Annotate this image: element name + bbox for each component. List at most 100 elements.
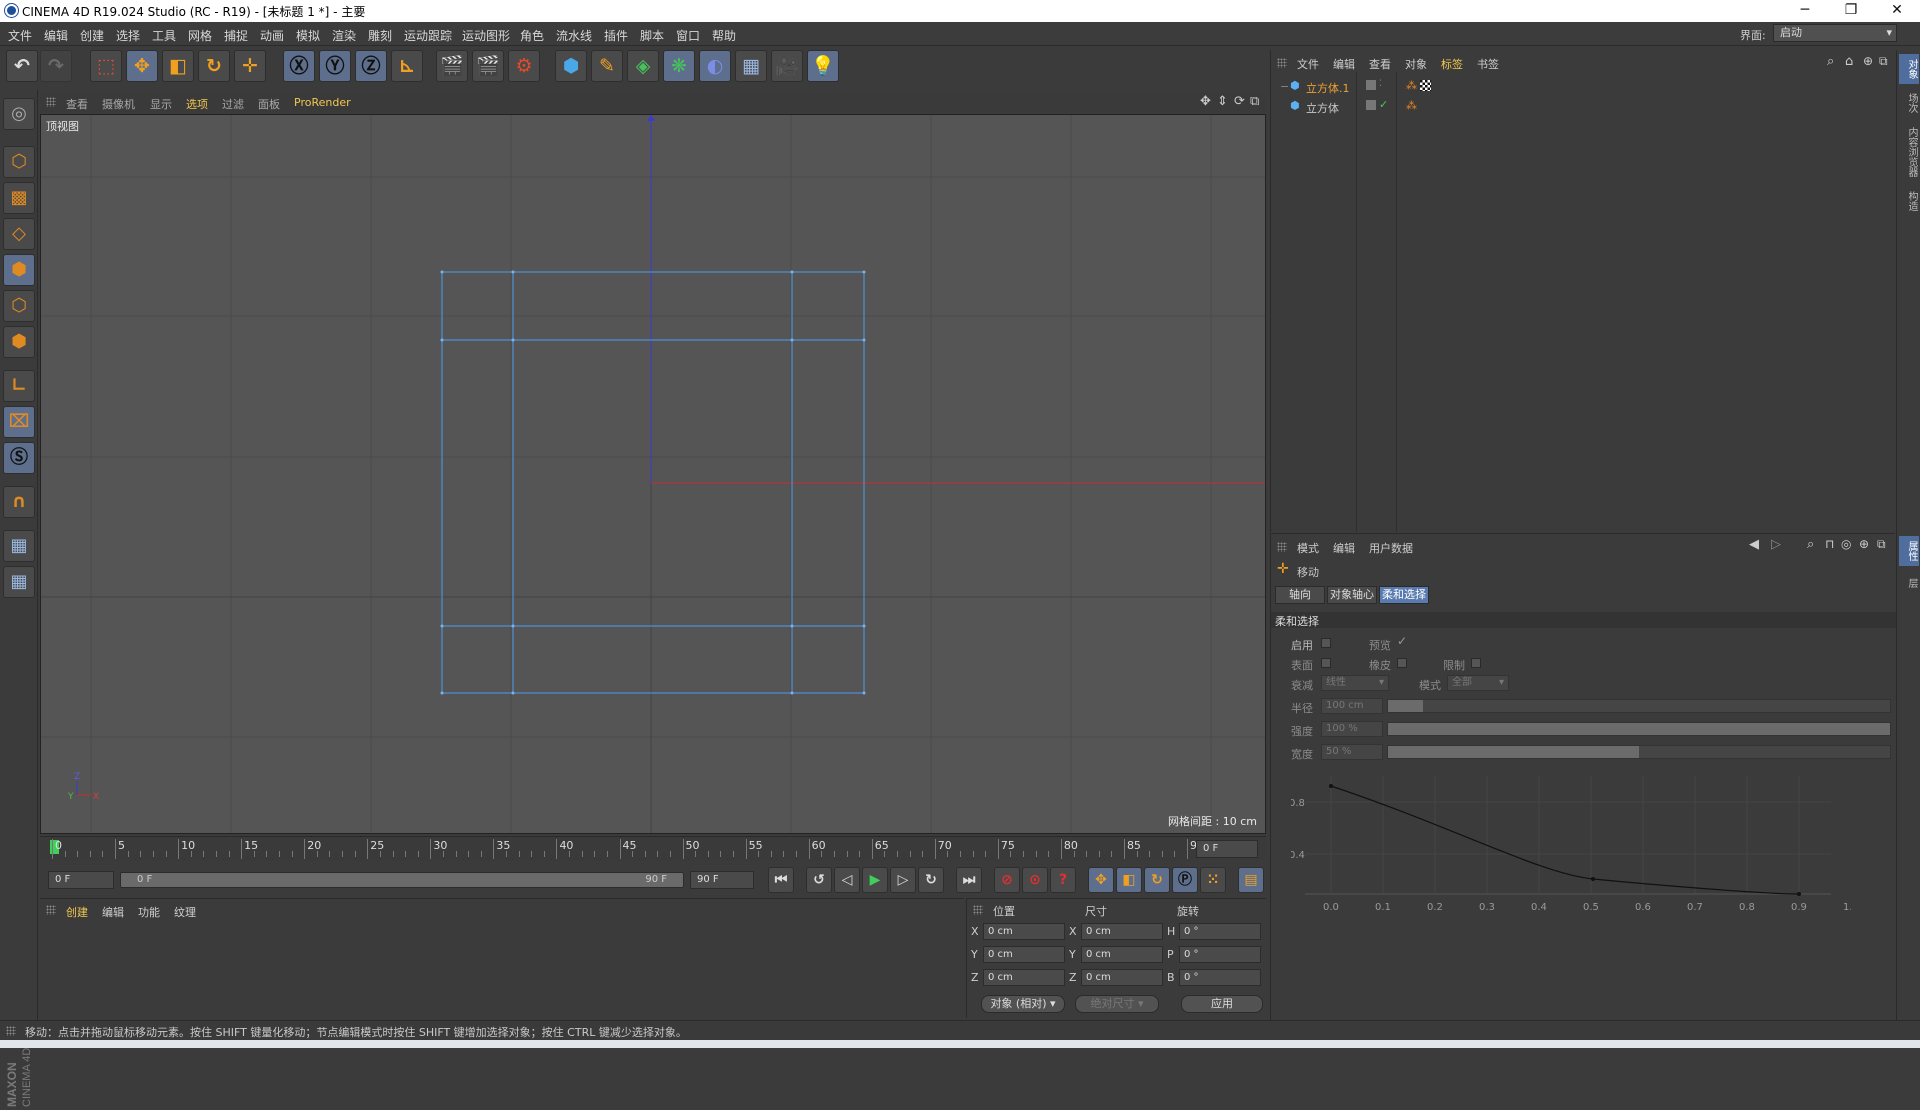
menu-select[interactable]: 选择	[116, 27, 140, 44]
object-menu-view[interactable]: 查看	[1369, 56, 1391, 72]
menu-mesh[interactable]: 网格	[188, 27, 212, 44]
enable-axis-button[interactable]: ∟	[3, 370, 35, 402]
rotate-tool-button[interactable]: ↻	[198, 50, 230, 82]
menu-file[interactable]: 文件	[8, 27, 32, 44]
floor-button[interactable]: ▦	[735, 50, 767, 82]
prev-frame-button[interactable]: ◁	[834, 867, 860, 893]
curve-point[interactable]	[1591, 877, 1595, 881]
light-button[interactable]: 💡	[807, 50, 839, 82]
viewport-menu-prorender[interactable]: ProRender	[294, 96, 351, 109]
render-settings-button[interactable]: ⚙	[508, 50, 540, 82]
falloff-curve-graph[interactable]: 0.8 0.4 0.0 0.1 0.2 0.3 0.4 0.5 0.6 0.7 0.8 0.9 1.…	[1291, 766, 1851, 916]
object-menu-tags[interactable]: 标签	[1441, 56, 1463, 72]
tag-phong-icon[interactable]: ⁂	[1406, 79, 1417, 92]
key-scale-button[interactable]: ◧	[1116, 867, 1142, 893]
planar-workplane-button[interactable]: ▦	[3, 566, 35, 598]
close-button[interactable]: ✕	[1874, 0, 1920, 22]
size-mode-select[interactable]: 绝对尺寸 ▾	[1075, 995, 1159, 1013]
object-menu-edit[interactable]: 编辑	[1333, 56, 1355, 72]
edges-mode-button[interactable]: ⬡	[3, 290, 35, 322]
next-key-button[interactable]: ↻	[918, 867, 944, 893]
make-editable-button[interactable]: ◎	[3, 98, 35, 130]
recent-tool-button[interactable]: ✛	[234, 50, 266, 82]
move-tool-button[interactable]: ✥	[126, 50, 158, 82]
tab-axis[interactable]: 轴向	[1275, 586, 1325, 604]
viewport-nav-zoom-icon[interactable]: ⇕	[1217, 94, 1228, 109]
search-icon[interactable]: ⌕	[1807, 537, 1814, 552]
next-frame-button[interactable]: ▷	[890, 867, 916, 893]
texture-mode-button[interactable]: ▩	[3, 182, 35, 214]
object-menu-file[interactable]: 文件	[1297, 56, 1319, 72]
cloner-button[interactable]: ❋	[663, 50, 695, 82]
undo-button[interactable]: ↶	[6, 50, 38, 82]
maximize-button[interactable]: ❐	[1828, 0, 1874, 22]
menu-edit[interactable]: 编辑	[44, 27, 68, 44]
rubber-checkbox[interactable]	[1397, 658, 1407, 668]
timeline-current-frame-field[interactable]: 0 F	[1196, 840, 1258, 858]
timeline-ruler[interactable]: 051015202530354045505560657075808590 0 F	[40, 836, 1266, 860]
record-button[interactable]: ⊘	[994, 867, 1020, 893]
panel-maximize-icon[interactable]: ⧉	[1877, 537, 1886, 552]
rot-h-field[interactable]: 0 °	[1179, 923, 1261, 940]
size-z-field[interactable]: 0 cm	[1081, 969, 1163, 986]
tab-object-axis[interactable]: 对象轴心	[1327, 586, 1377, 604]
side-tab-layers[interactable]: 层	[1899, 570, 1919, 596]
material-menu-edit[interactable]: 编辑	[102, 904, 124, 920]
menu-motion-tracking[interactable]: 运动跟踪	[404, 27, 452, 44]
scale-tool-button[interactable]: ◧	[162, 50, 194, 82]
pos-x-field[interactable]: 0 cm	[983, 923, 1065, 940]
texture-tag-icon[interactable]	[1420, 80, 1431, 91]
layout-select[interactable]: 启动 ▾	[1773, 24, 1897, 42]
pos-y-field[interactable]: 0 cm	[983, 946, 1065, 963]
viewport-menu-cameras[interactable]: 摄像机	[102, 96, 135, 112]
tweak-mode-button[interactable]: ⌧	[3, 406, 35, 438]
new-window-icon[interactable]: ⊕	[1859, 537, 1869, 551]
redo-button[interactable]: ↷	[40, 50, 72, 82]
side-tab-content-browser[interactable]: 内容浏览器	[1899, 122, 1919, 182]
new-window-icon[interactable]: ⊕	[1863, 54, 1873, 68]
menu-animate[interactable]: 动画	[260, 27, 284, 44]
camera-button[interactable]: 🎥	[771, 50, 803, 82]
side-tab-takes[interactable]: 场次	[1899, 88, 1919, 118]
width-field[interactable]: 50 %	[1321, 744, 1383, 760]
viewport-menu-panel[interactable]: 面板	[258, 96, 280, 112]
panel-maximize-icon[interactable]: ⧉	[1879, 54, 1888, 69]
z-axis-lock-button[interactable]: Ⓩ	[355, 50, 387, 82]
viewport-menu-filter[interactable]: 过滤	[222, 96, 244, 112]
key-rotation-button[interactable]: ↻	[1144, 867, 1170, 893]
points-mode-button[interactable]: ⬢	[3, 254, 35, 286]
rot-b-field[interactable]: 0 °	[1179, 969, 1261, 986]
attr-menu-userdata[interactable]: 用户数据	[1369, 540, 1413, 556]
tab-soft-selection[interactable]: 柔和选择	[1379, 586, 1429, 604]
y-axis-lock-button[interactable]: Ⓨ	[319, 50, 351, 82]
width-slider[interactable]	[1387, 745, 1891, 759]
viewport-nav-rotate-icon[interactable]: ⟳	[1234, 94, 1245, 109]
subdivision-button[interactable]: ◈	[627, 50, 659, 82]
object-row-cube[interactable]: ⬢ 立方体 ✓ ⁂	[1276, 98, 1886, 116]
viewport-menu-options[interactable]: 选项	[186, 96, 208, 112]
layer-dots-icon[interactable]: ⁚	[1379, 79, 1382, 89]
live-select-button[interactable]: ⬚	[90, 50, 122, 82]
workplane-mode-button[interactable]: ◇	[3, 218, 35, 250]
menu-pipeline[interactable]: 流水线	[556, 27, 592, 44]
menu-tools[interactable]: 工具	[152, 27, 176, 44]
side-tab-objects[interactable]: 对象	[1899, 54, 1919, 84]
frame-range-slider[interactable]: 0 F 90 F	[120, 872, 684, 888]
forward-arrow-icon[interactable]: ▷	[1771, 537, 1781, 552]
object-menu-bookmarks[interactable]: 书签	[1477, 56, 1499, 72]
curve-point[interactable]	[1329, 784, 1333, 788]
menu-plugins[interactable]: 插件	[604, 27, 628, 44]
size-y-field[interactable]: 0 cm	[1081, 946, 1163, 963]
viewport-menu-display[interactable]: 显示	[150, 96, 172, 112]
deformer-button[interactable]: ◐	[699, 50, 731, 82]
rot-p-field[interactable]: 0 °	[1179, 946, 1261, 963]
autokey-button[interactable]: ⊙	[1022, 867, 1048, 893]
menu-character[interactable]: 角色	[520, 27, 544, 44]
pos-z-field[interactable]: 0 cm	[983, 969, 1065, 986]
side-tab-attributes[interactable]: 属性	[1899, 536, 1919, 566]
strength-slider[interactable]	[1387, 722, 1891, 736]
start-frame-field[interactable]: 0 F	[48, 871, 114, 889]
object-menu-objects[interactable]: 对象	[1405, 56, 1427, 72]
x-axis-lock-button[interactable]: Ⓧ	[283, 50, 315, 82]
back-arrow-icon[interactable]: ◀	[1749, 537, 1759, 552]
